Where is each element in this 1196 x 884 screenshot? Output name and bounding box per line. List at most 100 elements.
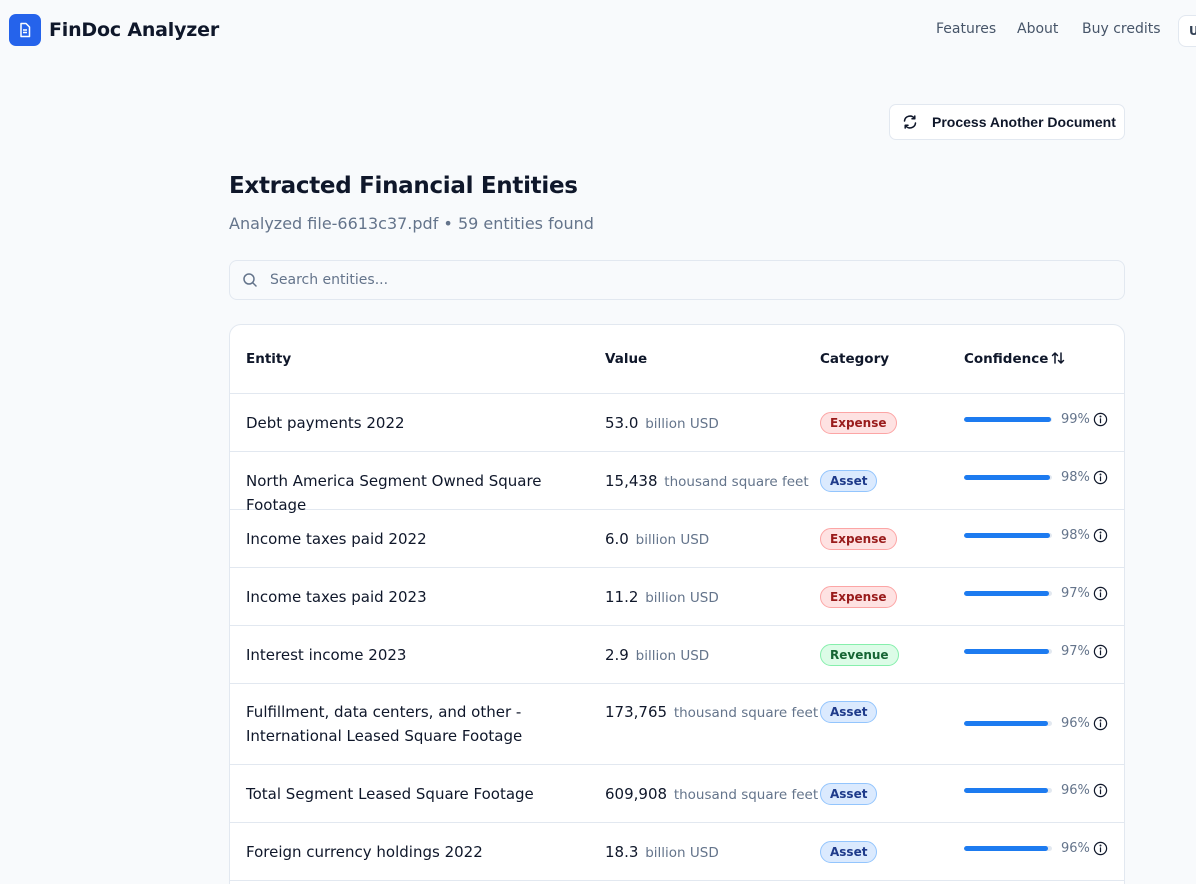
top-navbar: FinDoc Analyzer Features About Buy credi… <box>0 0 1196 60</box>
nav-link-about[interactable]: About <box>1017 21 1058 37</box>
entity-value: 6.0 billion USD <box>605 527 709 552</box>
brand-name: FinDoc Analyzer <box>49 19 219 41</box>
table-row[interactable]: Income taxes paid 2023 11.2 billion USD Ex… <box>230 568 1124 626</box>
info-icon[interactable] <box>1093 783 1108 798</box>
category-badge: Expense <box>820 528 897 550</box>
column-header-entity: Entity <box>246 351 292 367</box>
nav-link-features[interactable]: Features <box>936 21 996 37</box>
value-unit: billion USD <box>645 590 719 606</box>
confidence-bar-fill <box>964 649 1050 654</box>
entity-value: 15,438 thousand square feet <box>605 469 809 494</box>
entity-name: Income taxes paid 2023 <box>246 588 427 606</box>
brand-link[interactable]: FinDoc Analyzer <box>9 14 219 46</box>
info-icon[interactable] <box>1093 470 1108 485</box>
value-unit: billion USD <box>645 416 719 432</box>
entity-name: Foreign currency holdings 2022 <box>246 843 483 861</box>
confidence-cell: 98% <box>964 470 1108 485</box>
confidence-cell: 96% <box>964 841 1108 856</box>
value-number: 15,438 <box>605 472 658 490</box>
table-row[interactable]: Fulfillment, data centers, and other - I… <box>230 684 1124 765</box>
confidence-cell: 96% <box>964 716 1108 731</box>
entity-value: 173,765 thousand square feet <box>605 700 818 725</box>
category-badge: Expense <box>820 586 897 608</box>
value-number: 173,765 <box>605 703 668 721</box>
value-number: 18.3 <box>605 843 639 861</box>
value-number: 11.2 <box>605 588 639 606</box>
search-icon <box>242 272 258 288</box>
entity-value: 2.9 billion USD <box>605 643 709 668</box>
confidence-bar <box>964 721 1052 726</box>
info-icon[interactable] <box>1093 841 1108 856</box>
entity-name: Debt payments 2022 <box>246 414 405 432</box>
confidence-percent: 99% <box>1061 412 1090 427</box>
entity-value: 53.0 billion USD <box>605 411 719 436</box>
confidence-percent: 97% <box>1061 644 1090 659</box>
confidence-cell: 98% <box>964 528 1108 543</box>
confidence-percent: 98% <box>1061 528 1090 543</box>
confidence-cell: 97% <box>964 644 1108 659</box>
column-header-category: Category <box>820 351 890 367</box>
value-number: 53.0 <box>605 414 639 432</box>
value-unit: billion USD <box>635 532 710 548</box>
table-row[interactable]: Interest income 2023 2.9 billion USD Reven… <box>230 626 1124 684</box>
value-number: 6.0 <box>605 530 629 548</box>
confidence-percent: 97% <box>1061 586 1090 601</box>
entities-table: Entity Value Category Confidence Debt pa… <box>229 324 1125 884</box>
process-button-label: Process Another Document <box>932 114 1116 130</box>
page-subtitle: Analyzed file-6613c37.pdf • 59 entities … <box>229 214 594 233</box>
confidence-bar-fill <box>964 721 1049 726</box>
table-row[interactable]: Total Segment Leased Square Footage 609,9… <box>230 765 1124 823</box>
info-icon[interactable] <box>1093 528 1108 543</box>
column-header-value: Value <box>605 351 648 367</box>
nav-link-buy-credits[interactable]: Buy credits <box>1082 21 1161 37</box>
confidence-cell: 97% <box>964 586 1108 601</box>
confidence-bar <box>964 788 1052 793</box>
table-row[interactable]: North America Segment Owned Square Foota… <box>230 452 1124 514</box>
category-badge: Revenue <box>820 644 899 666</box>
confidence-bar <box>964 475 1052 480</box>
confidence-bar-fill <box>964 417 1052 422</box>
entity-value: 18.3 billion USD <box>605 840 719 865</box>
table-row[interactable]: Income taxes paid 2022 6.0 billion USD Exp… <box>230 510 1124 568</box>
value-unit: thousand square feet <box>673 705 819 721</box>
info-icon[interactable] <box>1093 412 1108 427</box>
info-icon[interactable] <box>1093 644 1108 659</box>
confidence-bar-fill <box>964 846 1049 851</box>
value-number: 2.9 <box>605 646 629 664</box>
confidence-bar-fill <box>964 533 1051 538</box>
entity-name: Fulfillment, data centers, and other - I… <box>246 703 523 745</box>
refresh-icon <box>902 114 918 130</box>
confidence-percent: 96% <box>1061 841 1090 856</box>
category-badge: Asset <box>820 701 878 723</box>
table-row[interactable]: Foreign currency holdings 2022 18.3 billi… <box>230 823 1124 881</box>
confidence-bar-fill <box>964 475 1051 480</box>
confidence-bar <box>964 417 1052 422</box>
confidence-bar-fill <box>964 788 1049 793</box>
table-header: Entity Value Category Confidence <box>230 325 1124 394</box>
user-menu-button[interactable]: U <box>1178 15 1196 47</box>
entity-name: Total Segment Leased Square Footage <box>246 785 534 803</box>
confidence-percent: 98% <box>1061 470 1090 485</box>
entity-name: Income taxes paid 2022 <box>246 530 427 548</box>
search-bar <box>229 260 1125 300</box>
document-icon <box>9 14 41 46</box>
confidence-bar <box>964 846 1052 851</box>
confidence-bar <box>964 649 1052 654</box>
value-number: 609,908 <box>605 785 668 803</box>
info-icon[interactable] <box>1093 586 1108 601</box>
category-badge: Expense <box>820 412 897 434</box>
table-body: Debt payments 2022 53.0 billion USD Expens… <box>230 394 1124 881</box>
value-unit: billion USD <box>645 845 719 861</box>
value-unit: thousand square feet <box>673 787 819 803</box>
sort-arrows-icon[interactable] <box>1050 350 1066 370</box>
table-row[interactable]: Debt payments 2022 53.0 billion USD Expens… <box>230 394 1124 452</box>
page-title: Extracted Financial Entities <box>229 173 578 199</box>
info-icon[interactable] <box>1093 716 1108 731</box>
search-input[interactable] <box>270 272 1090 288</box>
entity-value: 11.2 billion USD <box>605 585 719 610</box>
entity-value: 609,908 thousand square feet <box>605 782 818 807</box>
category-badge: Asset <box>820 470 878 492</box>
column-header-confidence: Confidence <box>964 351 1049 367</box>
process-another-document-button[interactable]: Process Another Document <box>889 104 1125 140</box>
category-badge: Asset <box>820 783 878 805</box>
